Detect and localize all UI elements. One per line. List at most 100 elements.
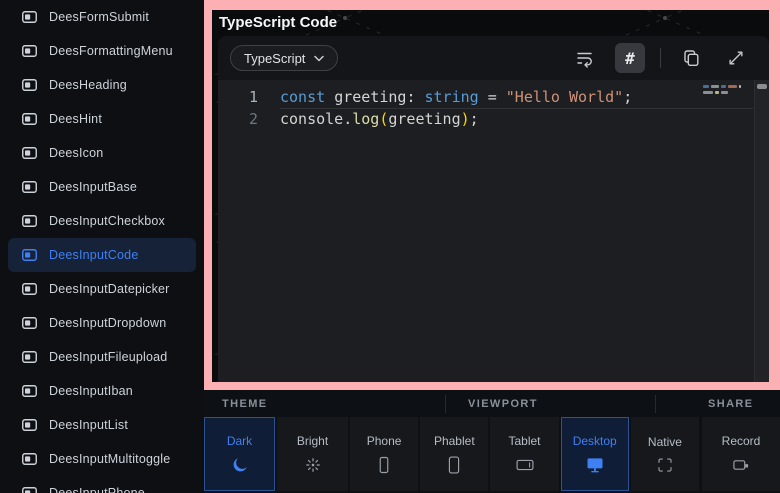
sidebar-item-deesinputfileupload[interactable]: DeesInputFileupload (8, 340, 196, 374)
line-numbers-icon[interactable]: # (615, 43, 645, 73)
theme-bright-button[interactable]: Bright (277, 417, 348, 491)
sidebar-item-label: DeesInputMultitoggle (49, 452, 170, 466)
moon-icon (230, 455, 250, 475)
minimap[interactable] (703, 85, 749, 97)
code-token: : (406, 88, 424, 106)
preview-pane: TypeScript Code TypeScript (204, 0, 780, 390)
component-list: DeesFormSubmit DeesFormattingMenu DeesHe… (0, 0, 204, 493)
sidebar-item-deesinputmultitoggle[interactable]: DeesInputMultitoggle (8, 442, 196, 476)
language-dropdown[interactable]: TypeScript (230, 45, 338, 71)
viewport-button-group: Phone Phablet Tablet Desktop Native (350, 417, 699, 491)
sidebar-item-label: DeesInputCode (49, 248, 138, 262)
app-window: DeesFormSubmit DeesFormattingMenu DeesHe… (0, 0, 780, 493)
code-token: ; (623, 88, 632, 106)
theme-dark-button[interactable]: Dark (204, 417, 275, 491)
share-button-group: Record (702, 417, 780, 491)
code-token: "Hello World" (506, 88, 623, 106)
sidebar-item-deesinputphone[interactable]: DeesInputPhone (8, 476, 196, 493)
language-dropdown-value: TypeScript (244, 51, 305, 66)
sidebar-item-label: DeesInputDatepicker (49, 282, 170, 296)
viewport-phone-button[interactable]: Phone (350, 417, 418, 491)
line-number: 1 (218, 86, 258, 108)
code-token: ; (470, 110, 479, 128)
sidebar-item-label: DeesInputFileupload (49, 350, 167, 364)
word-wrap-icon[interactable] (570, 43, 600, 73)
sidebar-item-deesinputiban[interactable]: DeesInputIban (8, 374, 196, 408)
header-divider (445, 395, 446, 413)
theme-button-group: Dark Bright (204, 417, 348, 491)
component-icon (22, 487, 37, 493)
viewport-desktop-button[interactable]: Desktop (561, 417, 629, 491)
editor-toolbar: TypeScript (218, 36, 769, 80)
viewport-section-label: VIEWPORT (468, 398, 538, 410)
sidebar-item-label: DeesInputBase (49, 180, 137, 194)
sun-icon (303, 455, 323, 475)
code-line[interactable]: 1const greeting: string = "Hello World"; (218, 86, 753, 108)
component-icon (22, 283, 37, 295)
code-area[interactable]: 1const greeting: string = "Hello World";… (218, 80, 769, 382)
viewport-tablet-button[interactable]: Tablet (490, 417, 558, 491)
native-frame-icon (656, 456, 674, 474)
component-icon (22, 113, 37, 125)
code-token: const (280, 88, 325, 106)
sidebar-item-label: DeesInputIban (49, 384, 133, 398)
sidebar-item-deesinputbase[interactable]: DeesInputBase (8, 170, 196, 204)
demo-title: TypeScript Code (215, 12, 341, 33)
sidebar-item-deesinputcode[interactable]: DeesInputCode (8, 238, 196, 272)
scrollbar[interactable] (754, 80, 769, 382)
code-token: . (343, 110, 352, 128)
button-label: Phablet (434, 434, 475, 448)
sidebar-item-deesinputcheckbox[interactable]: DeesInputCheckbox (8, 204, 196, 238)
button-label: Bright (297, 434, 328, 448)
sidebar-item-deesformattingmenu[interactable]: DeesFormattingMenu (8, 34, 196, 68)
sidebar-item-deeshint[interactable]: DeesHint (8, 102, 196, 136)
expand-icon[interactable] (721, 43, 751, 73)
component-icon (22, 351, 37, 363)
share-record-button[interactable]: Record (702, 417, 780, 491)
code-content: 1const greeting: string = "Hello World";… (218, 86, 753, 130)
sidebar-item-label: DeesIcon (49, 146, 103, 160)
button-label: Dark (227, 434, 252, 448)
button-label: Record (722, 434, 761, 448)
line-number: 2 (218, 108, 258, 130)
viewport-native-button[interactable]: Native (631, 417, 699, 491)
bottom-toolbar-header: THEME VIEWPORT SHARE (204, 390, 780, 417)
button-label: Tablet (508, 434, 540, 448)
viewport-phablet-button[interactable]: Phablet (420, 417, 488, 491)
phablet-icon (444, 455, 464, 475)
code-line[interactable]: 2console.log(greeting); (218, 108, 753, 130)
share-section-label: SHARE (708, 398, 754, 410)
component-icon (22, 249, 37, 261)
sidebar-item-deesheading[interactable]: DeesHeading (8, 68, 196, 102)
copy-icon[interactable] (676, 43, 706, 73)
sidebar-item-deesinputdatepicker[interactable]: DeesInputDatepicker (8, 272, 196, 306)
scrollbar-thumb[interactable] (757, 84, 767, 89)
component-icon (22, 181, 37, 193)
phone-icon (374, 455, 394, 475)
sidebar-item-label: DeesInputCheckbox (49, 214, 165, 228)
button-label: Phone (367, 434, 402, 448)
component-icon (22, 11, 37, 23)
sidebar-item-label: DeesInputDropdown (49, 316, 166, 330)
code-token: greeting (388, 110, 460, 128)
component-sidebar: DeesFormSubmit DeesFormattingMenu DeesHe… (0, 0, 204, 493)
chevron-down-icon (314, 55, 324, 62)
desktop-icon (585, 455, 605, 475)
sidebar-item-deesicon[interactable]: DeesIcon (8, 136, 196, 170)
component-icon (22, 147, 37, 159)
sidebar-item-label: DeesInputPhone (49, 486, 145, 493)
header-divider (655, 395, 656, 413)
button-label: Desktop (573, 434, 617, 448)
record-icon (731, 455, 751, 475)
sidebar-item-deesinputdropdown[interactable]: DeesInputDropdown (8, 306, 196, 340)
sidebar-item-label: DeesHint (49, 112, 102, 126)
component-icon (22, 79, 37, 91)
sidebar-item-label: DeesHeading (49, 78, 127, 92)
hash-glyph: # (625, 49, 635, 68)
sidebar-item-deesformsubmit[interactable]: DeesFormSubmit (8, 0, 196, 34)
sidebar-item-deesinputlist[interactable]: DeesInputList (8, 408, 196, 442)
tablet-icon (515, 455, 535, 475)
component-icon (22, 215, 37, 227)
editor-toolbar-icons: # (570, 43, 751, 73)
theme-section-label: THEME (222, 398, 268, 410)
